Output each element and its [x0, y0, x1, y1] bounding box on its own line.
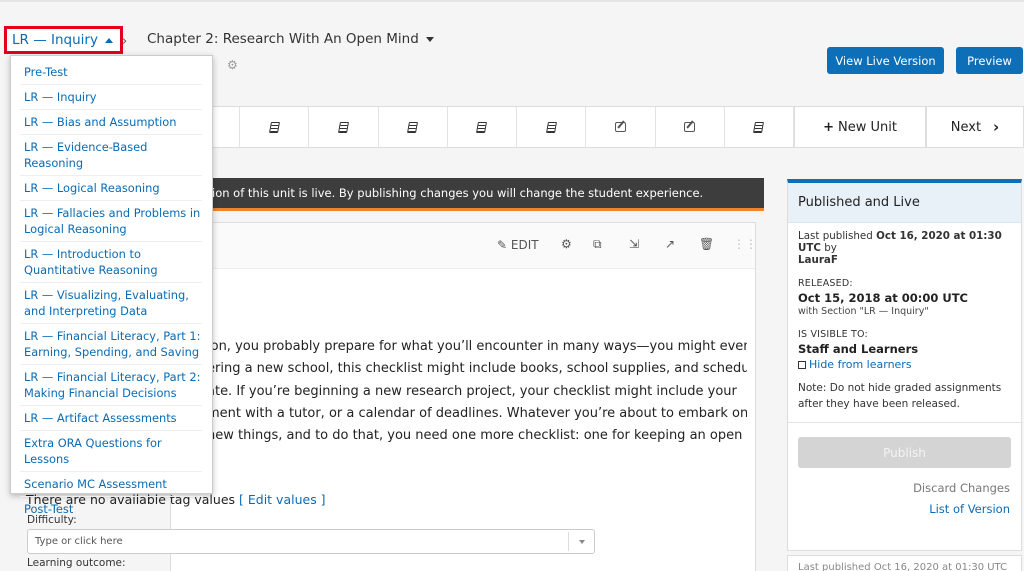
- subsection-dropdown-menu: Pre-Test LR — Inquiry LR — Bias and Assu…: [10, 55, 213, 516]
- unit-tab[interactable]: [448, 107, 518, 147]
- difficulty-select[interactable]: Type or click here: [27, 529, 595, 554]
- caret-down-icon: [425, 36, 434, 42]
- gear-icon[interactable]: ⚙: [227, 58, 238, 72]
- chevron-down-icon[interactable]: [568, 532, 594, 551]
- preview-button[interactable]: Preview: [956, 47, 1023, 74]
- top-border: [0, 0, 1024, 2]
- body-line: ering a new school, this checklist might…: [207, 361, 747, 377]
- dropdown-item[interactable]: LR — Financial Literacy, Part 2: Making …: [20, 365, 202, 406]
- breadcrumb-separator: ›: [122, 34, 128, 49]
- subsection-label: LR — Inquiry: [12, 32, 98, 48]
- plus-icon: +: [823, 119, 834, 135]
- dropdown-item[interactable]: Pre-Test: [20, 60, 202, 85]
- edit-icon: [614, 122, 626, 132]
- publish-status-sidebar: Published and Live Last published Oct 16…: [787, 179, 1022, 551]
- dropdown-item[interactable]: LR — Visualizing, Evaluating, and Interp…: [20, 283, 202, 324]
- unit-tab[interactable]: [309, 107, 379, 147]
- book-icon: [407, 121, 419, 133]
- next-unit-button[interactable]: Next ›: [926, 106, 1024, 148]
- unit-tab[interactable]: [586, 107, 656, 147]
- dropdown-item[interactable]: Extra ORA Questions for Lessons: [20, 431, 202, 472]
- sidebar-footer-card: Last published Oct 16, 2020 at 01:30 UTC…: [787, 555, 1022, 571]
- drag-handle-icon[interactable]: ⋮⋮: [733, 237, 757, 251]
- released-date: Oct 15, 2018 at 00:00 UTC: [798, 291, 968, 305]
- edit-values-link[interactable]: [ Edit values ]: [239, 492, 326, 507]
- unit-body-text: ion, you probably prepare for what you’l…: [207, 336, 747, 447]
- banner-text: ion of this unit is live. By publishing …: [212, 186, 704, 200]
- book-icon: [545, 121, 557, 133]
- unit-tab[interactable]: [379, 107, 448, 147]
- edit-label: EDIT: [510, 238, 539, 252]
- body-line: ment with a tutor, or a calendar of dead…: [207, 405, 747, 421]
- move-icon[interactable]: ⇲: [629, 237, 639, 251]
- hide-from-learners-label: Hide from learners: [809, 358, 912, 371]
- sidebar-title: Published and Live: [788, 183, 1021, 223]
- trash-icon[interactable]: 🗑: [699, 237, 714, 251]
- released-section: with Section "LR — Inquiry": [798, 306, 929, 317]
- release-info: RELEASED: Oct 15, 2018 at 00:00 UTC with…: [788, 278, 1021, 317]
- dropdown-item[interactable]: LR — Fallacies and Problems in Logical R…: [20, 201, 202, 242]
- edit-button[interactable]: ✎ EDIT: [497, 238, 539, 252]
- book-icon: [338, 121, 350, 133]
- hide-note: Note: Do not hide graded assignments aft…: [798, 382, 1002, 410]
- list-of-version-link[interactable]: List of Version: [788, 502, 1021, 516]
- view-live-button[interactable]: View Live Version: [827, 47, 944, 74]
- duplicate-icon[interactable]: ⧉: [593, 237, 602, 252]
- body-line: new things, and to do that, you need one…: [207, 428, 747, 444]
- sidebar-divider: [788, 422, 1021, 423]
- discard-changes-button[interactable]: Discard Changes: [788, 481, 1021, 495]
- dropdown-item[interactable]: LR — Introduction to Quantitative Reason…: [20, 242, 202, 283]
- hide-from-learners-checkbox[interactable]: Hide from learners: [798, 358, 1011, 371]
- unit-tab[interactable]: [517, 107, 587, 147]
- visible-label: IS VISIBLE TO:: [798, 329, 868, 340]
- book-icon: [268, 121, 280, 133]
- unit-tab[interactable]: [240, 107, 310, 147]
- xblock-card: ✎ EDIT ⚙ ⧉ ⇲ ↗ 🗑 ⋮⋮ ion, you probably pr…: [170, 222, 757, 571]
- caret-up-icon: [104, 37, 113, 43]
- chevron-right-icon: ›: [993, 118, 1000, 136]
- body-line: ion, you probably prepare for what you’l…: [207, 339, 747, 354]
- visible-value: Staff and Learners: [798, 342, 919, 356]
- unit-tab[interactable]: [656, 107, 725, 147]
- book-icon: [753, 121, 765, 133]
- select-placeholder: Type or click here: [35, 536, 123, 547]
- book-icon: [476, 121, 488, 133]
- xblock-header: ✎ EDIT ⚙ ⧉ ⇲ ↗ 🗑 ⋮⋮: [171, 223, 757, 269]
- last-published-by: by: [824, 242, 837, 254]
- released-label: RELEASED:: [798, 278, 853, 289]
- unit-tab[interactable]: [725, 107, 794, 147]
- next-label: Next: [950, 119, 982, 135]
- dropdown-item[interactable]: LR — Bias and Assumption: [20, 110, 202, 135]
- last-published-info: Last published Oct 16, 2020 at 01:30 UTC…: [788, 230, 1021, 266]
- last-published-user: LauraF: [798, 254, 838, 266]
- dropdown-item[interactable]: Scenario MC Assessment: [20, 472, 202, 497]
- dropdown-item[interactable]: LR — Financial Literacy, Part 1: Earning…: [20, 324, 202, 365]
- dropdown-item[interactable]: LR — Artifact Assessments: [20, 406, 202, 431]
- visibility-info: IS VISIBLE TO: Staff and Learners Hide f…: [788, 329, 1021, 412]
- new-unit-button[interactable]: + New Unit: [794, 106, 926, 148]
- last-published-prefix: Last published: [798, 230, 873, 242]
- settings-gear-icon[interactable]: ⚙: [561, 237, 572, 251]
- publish-button[interactable]: Publish: [798, 437, 1011, 468]
- unit-navigation: [170, 106, 794, 148]
- live-warning-banner: ion of this unit is live. By publishing …: [170, 178, 764, 211]
- body-line: ate. If you’re beginning a new research …: [207, 383, 737, 399]
- chapter-label: Chapter 2: Research With An Open Mind: [147, 31, 419, 47]
- checkbox-icon[interactable]: [798, 360, 806, 369]
- pencil-icon: ✎: [497, 238, 508, 252]
- new-unit-label: New Unit: [837, 119, 897, 135]
- dropdown-item[interactable]: LR — Logical Reasoning: [20, 176, 202, 201]
- learning-outcome-label: Learning outcome:: [27, 557, 126, 569]
- subsection-nav-toggle[interactable]: LR — Inquiry: [4, 26, 123, 54]
- chapter-nav-toggle[interactable]: Chapter 2: Research With An Open Mind: [147, 31, 434, 47]
- dropdown-item[interactable]: LR — Inquiry: [20, 85, 202, 110]
- share-icon[interactable]: ↗: [665, 237, 675, 251]
- dropdown-item[interactable]: Post-Test: [20, 497, 202, 521]
- dropdown-item[interactable]: LR — Evidence-Based Reasoning: [20, 135, 202, 176]
- edit-icon: [684, 122, 696, 132]
